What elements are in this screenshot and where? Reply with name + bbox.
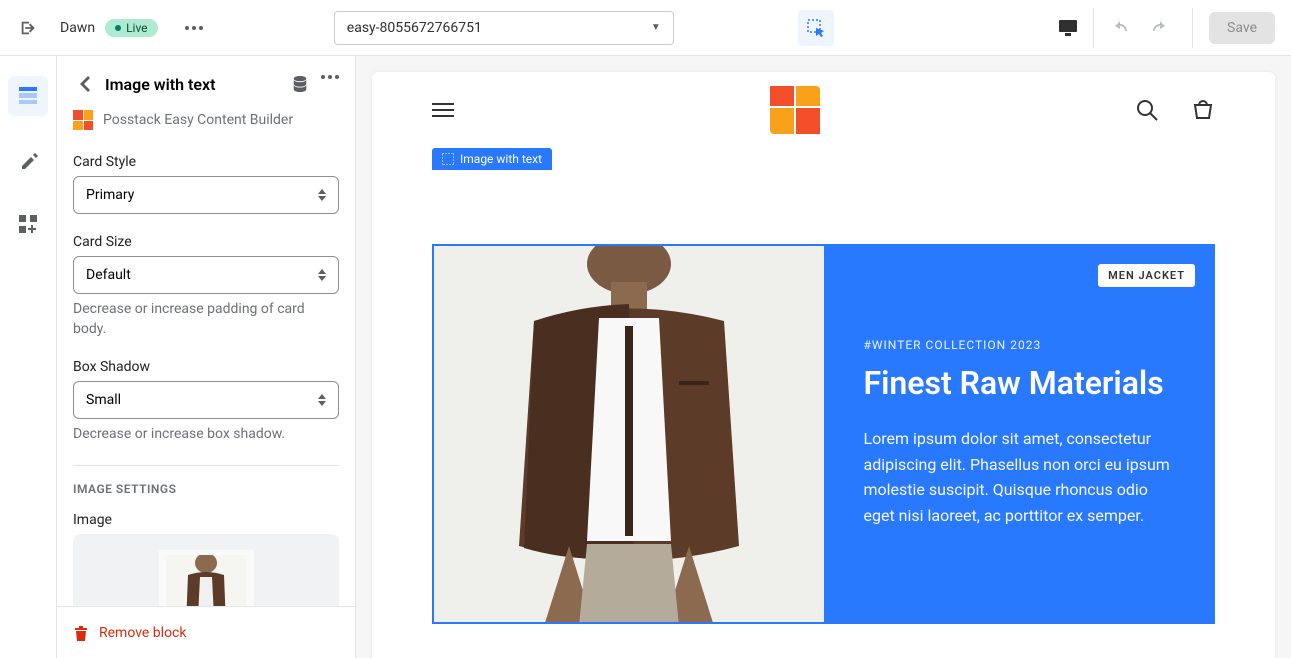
save-button[interactable]: Save bbox=[1209, 12, 1275, 44]
theme-name: Dawn bbox=[60, 20, 95, 36]
app-name-label: Posstack Easy Content Builder bbox=[103, 112, 293, 128]
section-icon bbox=[442, 153, 454, 165]
card-size-field: Card Size Default Decrease or increase p… bbox=[73, 234, 339, 339]
template-selected-text: easy-8055672766751 bbox=[347, 20, 482, 36]
top-bar: Dawn Live easy-8055672766751 ▼ Save bbox=[0, 0, 1291, 56]
menu-icon[interactable] bbox=[432, 103, 454, 117]
image-with-text-block[interactable]: MEN JACKET #WINTER COLLECTION 2023 Fines… bbox=[432, 244, 1215, 624]
app-icon bbox=[73, 110, 93, 130]
sections-rail-item[interactable] bbox=[8, 76, 48, 116]
live-badge-label: Live bbox=[126, 21, 147, 35]
search-icon[interactable] bbox=[1135, 98, 1159, 122]
apps-rail-item[interactable] bbox=[8, 204, 48, 244]
store-logo[interactable] bbox=[770, 86, 820, 134]
live-badge: Live bbox=[105, 19, 157, 37]
category-badge: MEN JACKET bbox=[1098, 264, 1195, 287]
theme-settings-rail-item[interactable] bbox=[8, 140, 48, 180]
top-right-actions: Save bbox=[1054, 8, 1283, 48]
image-settings-heading: IMAGE SETTINGS bbox=[73, 482, 339, 496]
remove-block-button[interactable]: Remove block bbox=[57, 606, 355, 658]
box-shadow-select[interactable]: Small bbox=[73, 381, 339, 419]
template-selector[interactable]: easy-8055672766751 ▼ bbox=[334, 11, 674, 45]
box-shadow-value: Small bbox=[86, 392, 121, 408]
sidebar-title: Image with text bbox=[105, 75, 291, 94]
exit-button[interactable] bbox=[8, 8, 48, 48]
block-body: Lorem ipsum dolor sit amet, consectetur … bbox=[864, 426, 1174, 528]
select-caret-icon bbox=[318, 269, 326, 281]
preview-page: Image with text bbox=[372, 72, 1275, 658]
sidebar-header: Image with text bbox=[73, 72, 339, 96]
card-size-helper: Decrease or increase padding of card bod… bbox=[73, 300, 339, 339]
data-icon[interactable] bbox=[291, 75, 309, 93]
card-size-value: Default bbox=[86, 267, 131, 283]
block-subheading: #WINTER COLLECTION 2023 bbox=[864, 338, 1174, 352]
section-tag[interactable]: Image with text bbox=[432, 148, 552, 170]
card-size-label: Card Size bbox=[73, 234, 339, 250]
sidebar-scroll[interactable]: Image with text Posstack Easy Content Bu… bbox=[57, 56, 355, 606]
trash-icon bbox=[73, 624, 89, 642]
sidebar-header-actions bbox=[291, 75, 339, 93]
image-field-label: Image bbox=[73, 512, 339, 528]
left-rail bbox=[0, 56, 56, 658]
remove-block-label: Remove block bbox=[99, 625, 186, 641]
settings-sidebar: Image with text Posstack Easy Content Bu… bbox=[56, 56, 356, 658]
block-heading: Finest Raw Materials bbox=[864, 364, 1174, 402]
image-thumbnail bbox=[159, 550, 254, 606]
card-style-select[interactable]: Primary bbox=[73, 176, 339, 214]
viewport-desktop-button[interactable] bbox=[1054, 8, 1094, 48]
section-tag-label: Image with text bbox=[460, 152, 542, 166]
card-style-field: Card Style Primary bbox=[73, 154, 339, 214]
inspector-toggle[interactable] bbox=[798, 10, 834, 46]
caret-down-icon: ▼ bbox=[651, 22, 661, 33]
header-actions bbox=[1135, 98, 1215, 122]
image-preview[interactable] bbox=[73, 534, 339, 606]
block-image bbox=[434, 246, 824, 622]
back-button[interactable] bbox=[73, 72, 97, 96]
divider bbox=[73, 465, 339, 466]
cart-icon[interactable] bbox=[1191, 98, 1215, 122]
block-text-panel: MEN JACKET #WINTER COLLECTION 2023 Fines… bbox=[824, 246, 1214, 622]
more-actions-button[interactable] bbox=[178, 12, 210, 44]
select-caret-icon bbox=[318, 189, 326, 201]
undo-redo-group bbox=[1100, 8, 1193, 48]
card-style-label: Card Style bbox=[73, 154, 339, 170]
card-style-value: Primary bbox=[86, 187, 134, 203]
box-shadow-helper: Decrease or increase box shadow. bbox=[73, 425, 339, 445]
image-field: Image bbox=[73, 512, 339, 606]
card-size-select[interactable]: Default bbox=[73, 256, 339, 294]
select-caret-icon bbox=[318, 394, 326, 406]
redo-button[interactable] bbox=[1140, 8, 1180, 48]
preview-canvas[interactable]: Image with text bbox=[356, 56, 1291, 658]
undo-button[interactable] bbox=[1100, 8, 1140, 48]
box-shadow-field: Box Shadow Small Decrease or increase bo… bbox=[73, 359, 339, 445]
main-content: Image with text Posstack Easy Content Bu… bbox=[0, 56, 1291, 658]
store-header bbox=[372, 72, 1275, 148]
box-shadow-label: Box Shadow bbox=[73, 359, 339, 375]
more-icon[interactable] bbox=[321, 75, 339, 93]
app-attribution[interactable]: Posstack Easy Content Builder bbox=[73, 110, 339, 130]
